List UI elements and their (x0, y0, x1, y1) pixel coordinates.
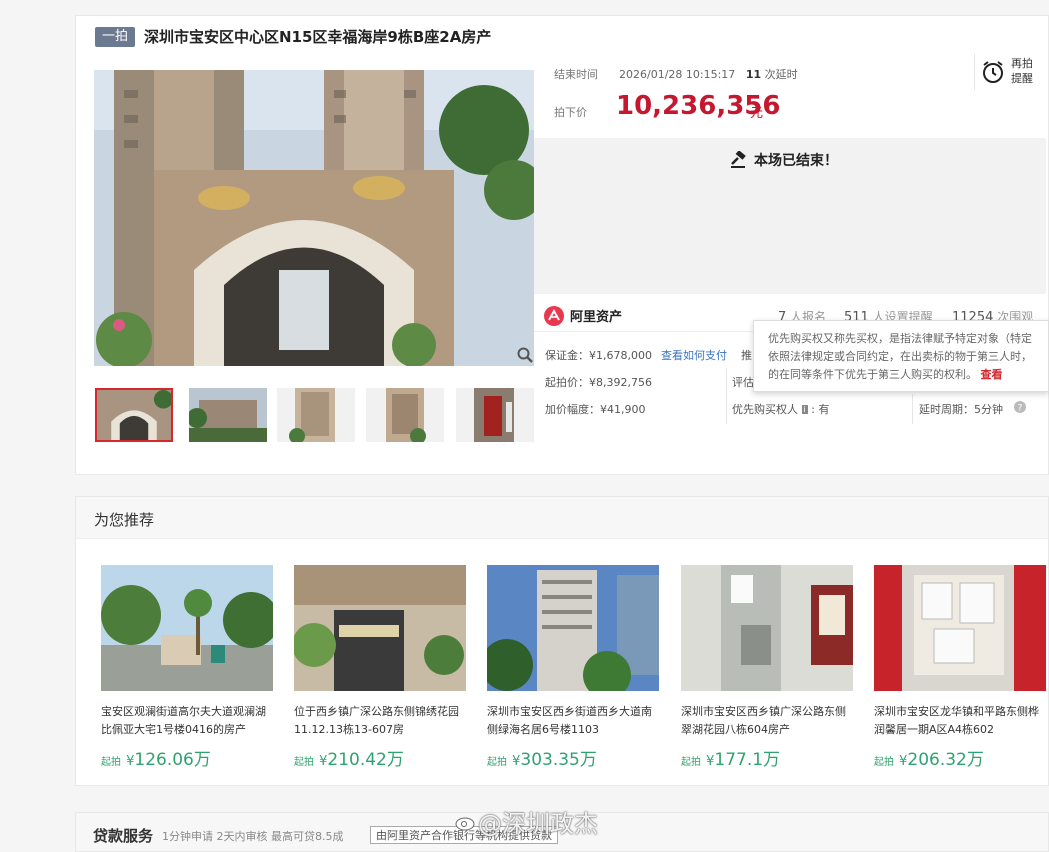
zoom-icon[interactable] (516, 346, 534, 364)
tooltip-line: 的在同等条件下优先于第三人购买的权利。 查看 (768, 366, 1048, 384)
extend-cycle: 延时周期：5分钟 (919, 403, 1003, 416)
thumbnail-4[interactable] (366, 388, 444, 442)
start-price: 起拍价：¥8,392,756 (545, 376, 652, 389)
deposit: 保证金：¥1,678,000 (545, 349, 652, 362)
preemption-tooltip: 优先购买权又称先买权，是指法律赋予特定对象（特定 依照法律规定或合同约定，在出卖… (753, 320, 1049, 392)
recommend-card-image[interactable] (681, 565, 853, 691)
end-time-text: 2026/01/28 10:15:17 (619, 68, 736, 81)
remind-label: 再拍提醒 (1011, 57, 1033, 85)
ali-assets-logo-icon (544, 306, 564, 326)
recommend-card-image[interactable] (101, 565, 273, 691)
price-prefix: 起拍 (487, 757, 507, 768)
tooltip-line: 依照法律规定或合同约定，在出卖标的物于第三人时， (768, 350, 1032, 363)
alarm-clock-icon (983, 61, 1003, 83)
weibo-icon (455, 817, 475, 831)
recommend-card-title[interactable]: 深圳市宝安区西乡镇广深公路东侧翠湖花园八栋604房产 (681, 703, 853, 739)
thumbnail-2[interactable] (189, 388, 267, 442)
recommend-card-image[interactable] (294, 565, 466, 691)
price-value: 210.42万 (327, 750, 404, 770)
tooltip-line: 优先购买权又称先买权，是指法律赋予特定对象（特定 (768, 332, 1032, 345)
divider (912, 394, 913, 424)
delay-suffix: 次延时 (764, 68, 798, 81)
gavel-icon (731, 151, 746, 168)
end-time-label: 结束时间 (554, 68, 598, 81)
recommend-header: 为您推荐 (76, 497, 1048, 539)
remind-button[interactable]: 再拍提醒 (974, 54, 1046, 90)
recommend-card-image[interactable] (874, 565, 1046, 691)
recommend-card-title[interactable]: 宝安区观澜街道高尔夫大道观澜湖比佩亚大宅1号楼0416的房产 (101, 703, 273, 739)
platform-name: 阿里资产 (570, 310, 623, 325)
preemption-right: 优先购买权人 i : 有 (732, 403, 830, 416)
help-icon[interactable]: ? (1014, 401, 1026, 413)
recommend-card-price: 起拍 ¥303.35万 (487, 745, 659, 770)
recommend-card[interactable]: 深圳市宝安区西乡街道西乡大道南侧绿海名居6号楼1103 起拍 ¥303.35万 (487, 565, 659, 770)
loan-subtitle: 1分钟申请 2天内审核 最高可贷8.5成 (162, 830, 344, 843)
tooltip-view-link[interactable]: 查看 (981, 368, 1003, 381)
recommend-card[interactable]: 位于西乡镇广深公路东侧锦绣花园11.12.13栋13-607房 起拍 ¥210.… (294, 565, 466, 770)
recommend-card-title[interactable]: 深圳市宝安区西乡街道西乡大道南侧绿海名居6号楼1103 (487, 703, 659, 739)
recommend-card-image[interactable] (487, 565, 659, 691)
how-to-pay-link[interactable]: 查看如何支付 (661, 347, 727, 363)
recommend-card-price: 起拍 ¥206.32万 (874, 745, 1046, 770)
recommend-panel: 为您推荐 宝安区观澜街道高尔夫大道观澜湖比佩亚大宅1号楼0416的房产 起拍 ¥… (75, 496, 1049, 786)
assessment-label: 评估 (732, 376, 754, 389)
auction-panel: 一拍 深圳市宝安区中心区N15区幸福海岸9栋B座2A房产 结束时间 2026/0… (75, 15, 1049, 475)
price-value: 303.35万 (520, 750, 597, 770)
final-price-unit: 元 (750, 106, 764, 121)
auction-ended-box: 本场已结束！ (534, 138, 1046, 294)
tooltip-line3: 的在同等条件下优先于第三人购买的权利。 (768, 368, 977, 381)
recommend-card-price: 起拍 ¥126.06万 (101, 745, 273, 770)
recommend-card[interactable]: 深圳市宝安区龙华镇和平路东侧桦润馨居一期A区A4栋602 起拍 ¥206.32万 (874, 565, 1046, 770)
auction-title: 深圳市宝安区中心区N15区幸福海岸9栋B座2A房产 (144, 28, 492, 46)
thumbnail-1[interactable] (95, 388, 173, 442)
thumbnail-3[interactable] (277, 388, 355, 442)
auction-result-info: 结束时间 2026/01/28 10:15:17 11 次延时 拍下价 10,2… (534, 54, 1046, 138)
auction-round-badge: 一拍 (95, 27, 135, 47)
bid-increment: 加价幅度：¥41,900 (545, 403, 646, 416)
price-value: 177.1万 (714, 750, 781, 770)
preemption-label: 优先购买权人 (732, 403, 798, 416)
recommend-card-title[interactable]: 位于西乡镇广深公路东侧锦绣花园11.12.13栋13-607房 (294, 703, 466, 739)
delay-count: 11 (745, 68, 762, 81)
price-prefix: 起拍 (101, 757, 121, 768)
loan-title: 贷款服务 (93, 827, 154, 845)
svg-text:?: ? (1018, 404, 1023, 414)
recommend-card[interactable]: 深圳市宝安区西乡镇广深公路东侧翠湖花园八栋604房产 起拍 ¥177.1万 (681, 565, 853, 770)
price-prefix: 起拍 (681, 757, 701, 768)
push-text: 推 (741, 349, 752, 362)
thumbnail-5[interactable] (456, 388, 534, 442)
final-price-label: 拍下价 (554, 106, 587, 119)
end-time-value: 2026/01/28 10:15:17 11 次延时 (619, 66, 798, 82)
preemption-value: 有 (818, 403, 830, 416)
recommend-card-price: 起拍 ¥210.42万 (294, 745, 466, 770)
recommend-card-price: 起拍 ¥177.1万 (681, 745, 853, 770)
watermark: @深圳政杰 (478, 810, 598, 838)
info-tag-icon[interactable]: i (801, 405, 808, 414)
recommend-title: 为您推荐 (94, 511, 155, 529)
price-value: 126.06万 (134, 750, 211, 770)
price-prefix: 起拍 (294, 757, 314, 768)
divider (726, 368, 727, 424)
recommend-card[interactable]: 宝安区观澜街道高尔夫大道观澜湖比佩亚大宅1号楼0416的房产 起拍 ¥126.0… (101, 565, 273, 770)
auction-ended-text: 本场已结束！ (754, 153, 838, 169)
price-prefix: 起拍 (874, 757, 894, 768)
main-photo[interactable] (94, 70, 534, 366)
price-value: 206.32万 (907, 750, 984, 770)
recommend-card-title[interactable]: 深圳市宝安区龙华镇和平路东侧桦润馨居一期A区A4栋602 (874, 703, 1046, 739)
